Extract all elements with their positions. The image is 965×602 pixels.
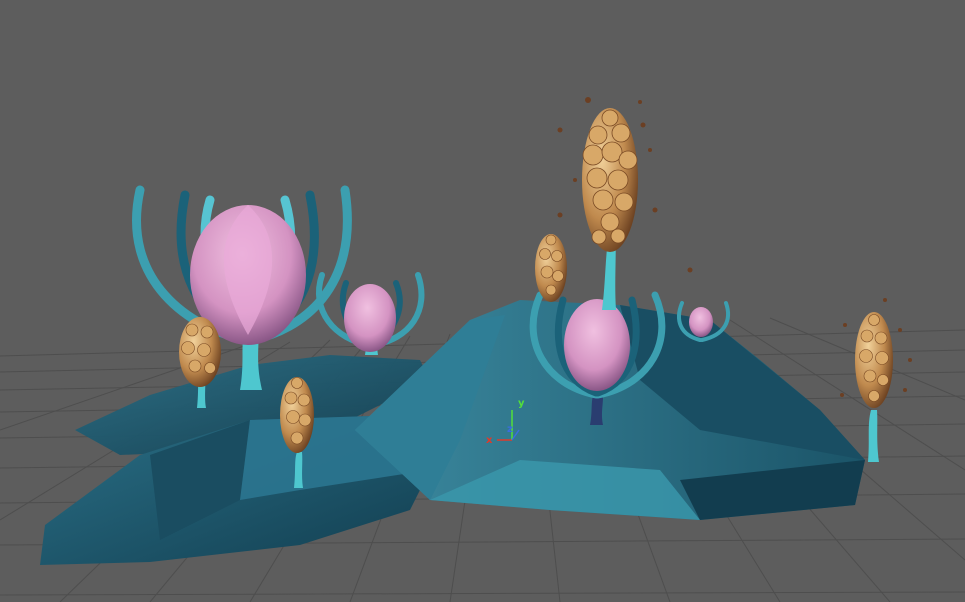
scene-canvas[interactable]: x y z	[0, 0, 965, 602]
z-axis-label: z	[507, 424, 513, 435]
seed-cone-plant[interactable]	[840, 298, 912, 462]
x-axis-label: x	[486, 435, 493, 446]
seed-cone-plant[interactable]	[535, 234, 567, 302]
3d-viewport[interactable]: x y z	[0, 0, 965, 602]
rock-formation[interactable]	[40, 300, 865, 565]
seed-cone-plant[interactable]	[557, 97, 693, 310]
y-axis-label: y	[518, 398, 525, 409]
